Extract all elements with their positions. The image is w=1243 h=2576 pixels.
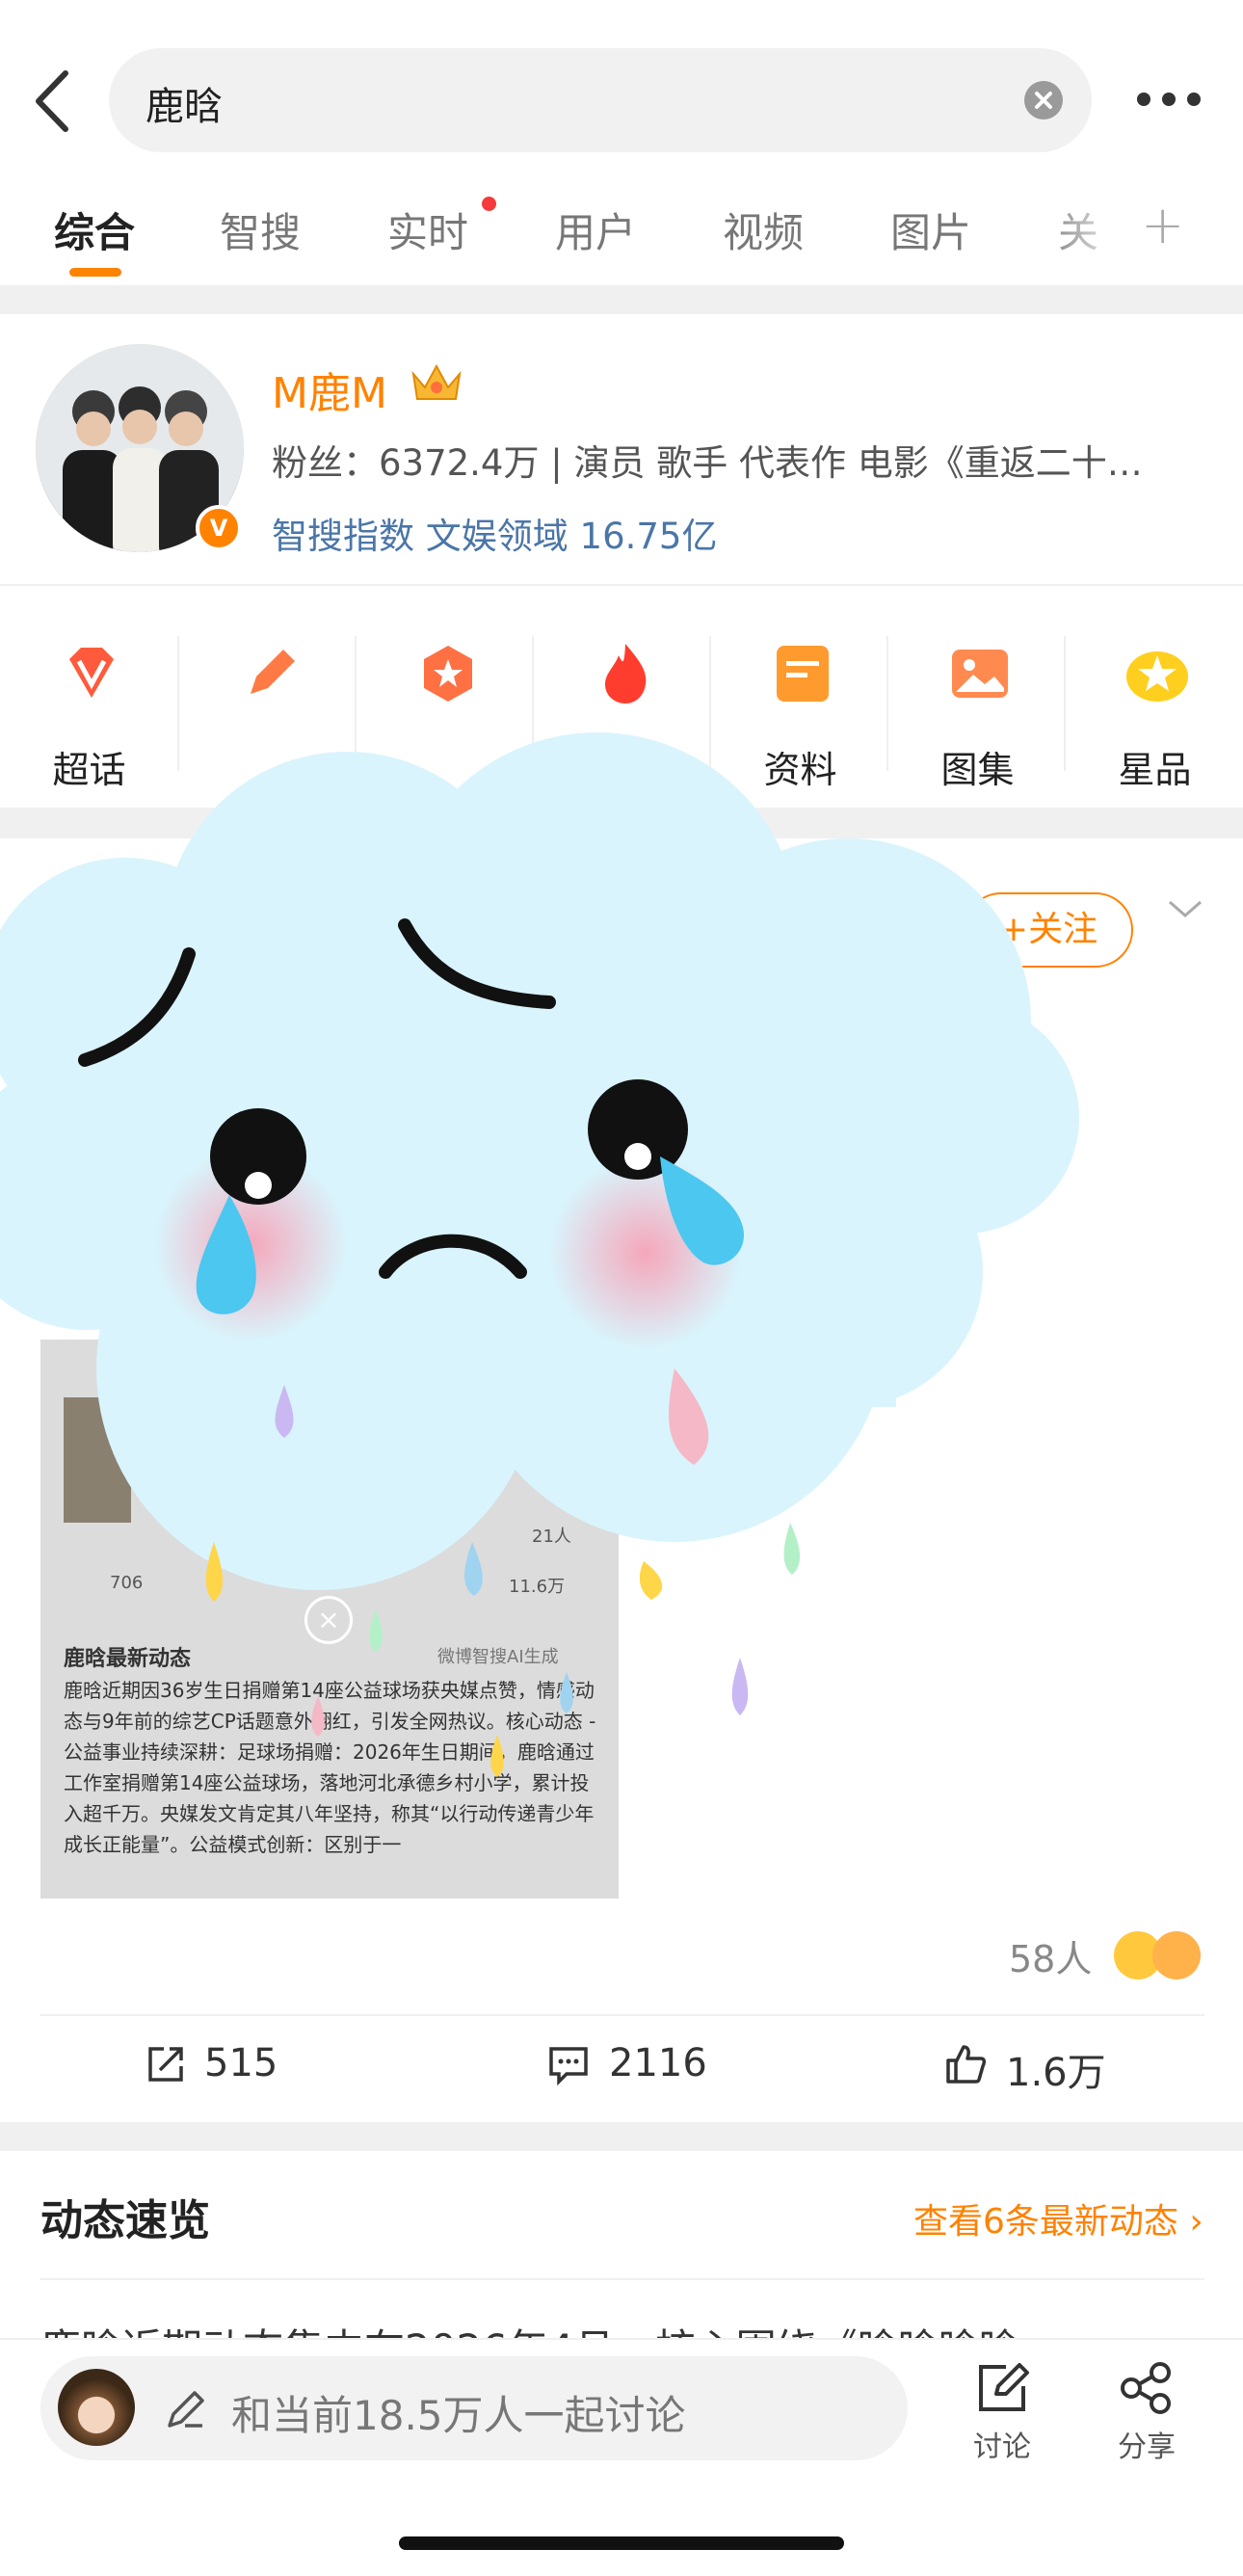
- search-results-page: 鹿晗 综合 智搜 实时 用户 视频 图片 关 +: [0, 0, 1243, 2576]
- share-icon[interactable]: [145, 2043, 187, 2085]
- tab-pictures[interactable]: 图片: [890, 200, 971, 259]
- discuss-label[interactable]: 讨论: [973, 2423, 1031, 2465]
- tab-users[interactable]: 用户: [555, 200, 636, 259]
- quick-item-gallery[interactable]: 图集: [888, 626, 1067, 791]
- section-divider: [0, 2122, 1243, 2151]
- verified-badge-icon: V: [196, 505, 242, 551]
- quick-item-label: 超话: [52, 749, 126, 791]
- reaction-count[interactable]: 58人: [1009, 1929, 1092, 1982]
- quick-item-post[interactable]: [179, 626, 357, 790]
- image-like-count: 11.6万: [509, 1577, 566, 1597]
- image-people-count: 21人: [532, 1527, 571, 1547]
- top-bar: 鹿晗: [0, 0, 1243, 173]
- quick-item-profile[interactable]: 资料: [711, 626, 889, 791]
- chevron-down-icon[interactable]: [1166, 894, 1204, 923]
- divider: [0, 584, 1243, 586]
- follow-button[interactable]: +关注: [964, 892, 1133, 968]
- image-icon: [952, 650, 1008, 698]
- profile-fans-info: 粉丝：6372.4万 | 演员 歌手 代表作 电影《重返二十…: [272, 442, 1143, 484]
- section-divider: [0, 808, 1243, 838]
- comment-count[interactable]: 2116: [609, 2041, 707, 2085]
- image-thumbnail: [64, 1397, 131, 1523]
- crown-badge-icon: [411, 363, 462, 400]
- close-icon[interactable]: ×: [304, 1596, 353, 1644]
- pencil-edit-icon: [168, 2391, 204, 2428]
- user-avatar[interactable]: [58, 2369, 135, 2446]
- love-emoji-icon: [1152, 1931, 1201, 1979]
- search-query[interactable]: 鹿晗: [145, 75, 223, 131]
- new-indicator-dot: [482, 197, 496, 211]
- star-bubble-icon: [1126, 651, 1188, 702]
- discuss-icon[interactable]: [973, 2361, 1031, 2415]
- eye-left: [210, 1108, 306, 1205]
- view-latest-dynamics-link[interactable]: 查看6条最新动态 ›: [913, 2193, 1203, 2244]
- divider: [40, 2014, 1204, 2016]
- share-count[interactable]: 515: [204, 2041, 278, 2085]
- tear-right: [660, 1156, 744, 1265]
- divider: [40, 2278, 1204, 2280]
- tab-bar: 综合 智搜 实时 用户 视频 图片 关 +: [0, 173, 1243, 285]
- back-arrow-icon[interactable]: [29, 67, 77, 135]
- profile-search-index[interactable]: 智搜指数 文娱领域 16.75亿: [272, 507, 717, 559]
- sad-mouth: [379, 1234, 527, 1279]
- quick-item-supertopic[interactable]: 超话: [0, 626, 178, 791]
- quick-item-hot[interactable]: [534, 626, 712, 790]
- eyebrow-left: [78, 947, 196, 1067]
- quick-item-star[interactable]: [357, 626, 535, 790]
- view-latest-dynamics-label: 查看6条最新动态: [913, 2202, 1178, 2242]
- quick-item-label: 资料: [763, 749, 837, 791]
- discussion-placeholder[interactable]: 和当前18.5万人一起讨论: [231, 2383, 686, 2442]
- tab-general[interactable]: 综合: [54, 200, 135, 259]
- tab-smart-search[interactable]: 智搜: [220, 200, 301, 259]
- more-options-icon[interactable]: [1137, 93, 1204, 108]
- profile-name[interactable]: M鹿M: [272, 359, 387, 420]
- quick-item-label: 图集: [940, 749, 1015, 791]
- like-count[interactable]: 1.6万: [1006, 2041, 1106, 2097]
- share-network-icon[interactable]: [1118, 2361, 1176, 2415]
- comment-icon[interactable]: [547, 2043, 590, 2085]
- clear-search-icon[interactable]: [1024, 81, 1063, 120]
- add-tab-icon[interactable]: +: [1141, 195, 1184, 255]
- image-summary-note: 微博智搜AI生成: [437, 1647, 559, 1667]
- blush-left: [154, 1149, 347, 1341]
- pencil-icon: [251, 650, 295, 694]
- quick-item-star-product[interactable]: 星品: [1066, 626, 1243, 791]
- home-indicator: [399, 2536, 844, 2550]
- blush-right: [549, 1156, 742, 1349]
- diamond-icon: [69, 648, 114, 698]
- image-summary-body: 鹿晗近期因36岁生日捐赠第14座公益球场获央媒点赞，情感动态与9年前的综艺CP话…: [64, 1679, 596, 1856]
- hexagon-star-icon: [424, 646, 472, 702]
- tab-videos[interactable]: 视频: [723, 200, 804, 259]
- document-icon: [777, 646, 829, 702]
- tear-left: [196, 1195, 256, 1315]
- like-icon[interactable]: [944, 2043, 987, 2085]
- tab-fade: [1041, 183, 1127, 270]
- section-divider: [0, 285, 1243, 314]
- image-summary-title: 鹿晗最新动态: [64, 1647, 192, 1671]
- dynamic-overview-title: 动态速览: [40, 2196, 210, 2245]
- quick-item-label: 星品: [1118, 749, 1192, 791]
- image-comment-count: 3447: [293, 1573, 337, 1593]
- eye-right: [588, 1079, 688, 1180]
- chevron-right-icon: ›: [1189, 2202, 1203, 2242]
- search-input[interactable]: 鹿晗: [109, 48, 1092, 152]
- eyebrow-right: [398, 918, 556, 1009]
- profile-avatar[interactable]: V: [36, 344, 244, 552]
- flame-icon: [605, 644, 647, 704]
- image-share-count: 706: [110, 1573, 144, 1593]
- active-tab-indicator: [69, 268, 121, 277]
- share-label[interactable]: 分享: [1118, 2423, 1176, 2465]
- tab-realtime[interactable]: 实时: [387, 200, 468, 259]
